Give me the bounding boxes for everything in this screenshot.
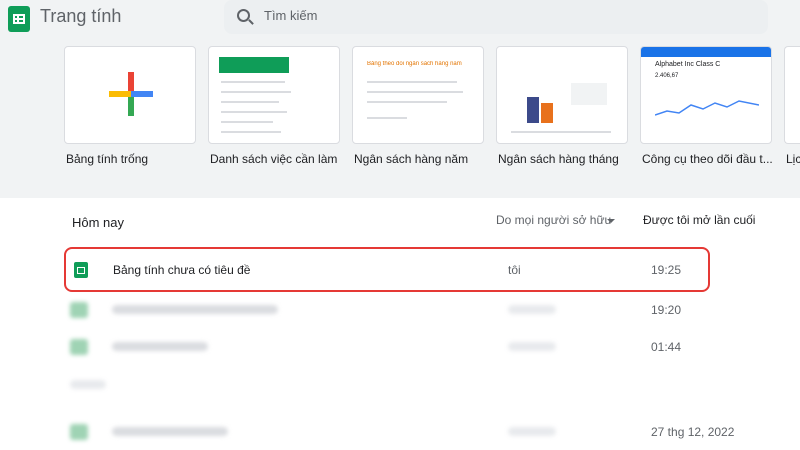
file-time: 01:44	[651, 340, 682, 354]
file-time: 27 thg 12, 2022	[651, 425, 735, 439]
section-title-today: Hôm nay	[72, 215, 125, 230]
template-monthly-budget[interactable]: Ngân sách hàng tháng	[496, 46, 628, 166]
sort-last-opened[interactable]: Được tôi mở lần cuối	[643, 213, 755, 227]
stock-price: 2.406,67	[655, 73, 679, 79]
template-thumbnail[interactable]	[64, 46, 196, 144]
app-title[interactable]: Trang tính	[40, 6, 121, 27]
template-thumbnail[interactable]: Bảng theo dõi ngân sách hàng năm	[352, 46, 484, 144]
owner-filter-dropdown[interactable]: Do mọi người sở hữu	[496, 213, 611, 227]
file-name-redacted	[112, 305, 278, 314]
thumbnail-title: Bảng theo dõi ngân sách hàng năm	[367, 61, 462, 67]
template-stock-tracker[interactable]: Alphabet Inc Class C 2.406,67 Công cụ th…	[640, 46, 773, 166]
template-blank[interactable]: Bảng tính trống	[64, 46, 196, 166]
file-owner-redacted	[508, 342, 556, 351]
file-name-redacted	[112, 342, 208, 351]
template-label: Bảng tính trống	[66, 152, 149, 166]
file-owner-redacted	[508, 305, 556, 314]
template-thumbnail[interactable]	[208, 46, 340, 144]
top-bar: Trang tính	[0, 0, 800, 36]
caret-down-icon[interactable]	[607, 219, 615, 223]
template-calendar[interactable]: Lịc	[784, 46, 800, 166]
template-label: Lịc	[786, 152, 800, 166]
file-row[interactable]: 27 thg 12, 2022	[0, 414, 800, 450]
template-label: Ngân sách hàng năm	[354, 152, 469, 166]
template-todo-list[interactable]: Danh sách việc cần làm	[208, 46, 340, 166]
template-thumbnail[interactable]	[496, 46, 628, 144]
template-thumbnail[interactable]: Alphabet Inc Class C 2.406,67	[640, 46, 772, 144]
search-bar[interactable]	[224, 0, 768, 34]
file-row[interactable]: 01:44	[0, 329, 800, 365]
file-name-redacted	[112, 427, 228, 436]
sheets-logo-icon[interactable]	[8, 6, 30, 32]
highlight-box	[64, 247, 710, 292]
search-input[interactable]	[264, 8, 744, 23]
template-label: Danh sách việc cần làm	[210, 152, 338, 166]
template-label: Công cụ theo dõi đầu t...	[642, 152, 773, 166]
template-annual-budget[interactable]: Bảng theo dõi ngân sách hàng năm Ngân sá…	[352, 46, 484, 166]
spreadsheet-icon	[70, 302, 88, 318]
spreadsheet-icon	[70, 339, 88, 355]
template-thumbnail[interactable]	[784, 46, 800, 144]
file-time: 19:20	[651, 303, 682, 317]
file-owner-redacted	[508, 427, 556, 436]
stock-name: Alphabet Inc Class C	[655, 61, 721, 68]
section-title-redacted	[70, 380, 106, 389]
template-label: Ngân sách hàng tháng	[498, 152, 619, 166]
spreadsheet-icon	[70, 424, 88, 440]
search-icon[interactable]	[237, 9, 250, 22]
file-row[interactable]: 19:20	[0, 292, 800, 328]
stock-line-chart	[655, 100, 759, 116]
template-gallery: Bảng tính trống Danh sách việc cần làm B…	[0, 36, 800, 198]
